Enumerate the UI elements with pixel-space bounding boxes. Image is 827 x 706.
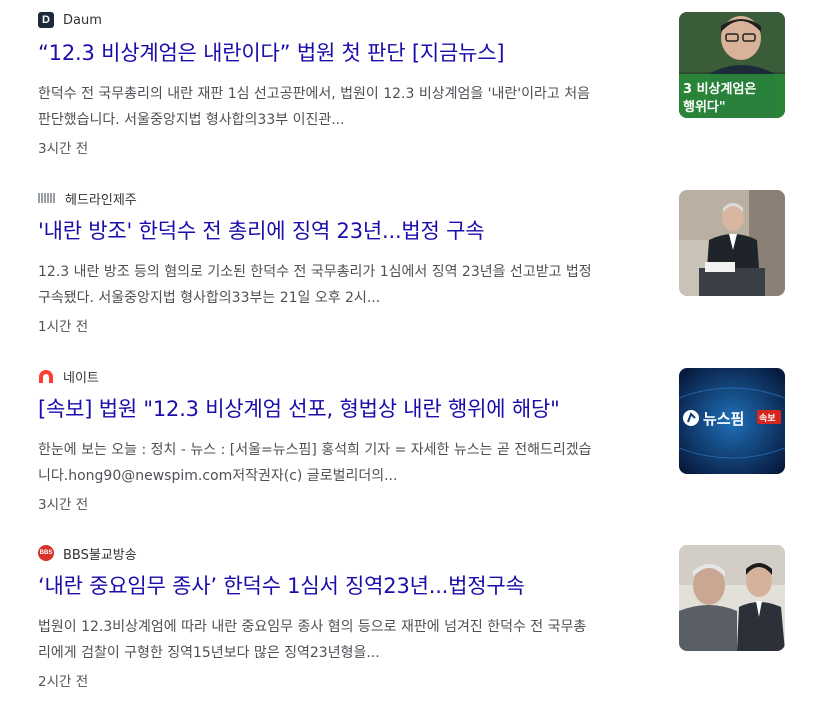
news-results-list: D Daum “12.3 비상계엄은 내란이다” 법원 첫 판단 [지금뉴스] … (0, 0, 827, 706)
news-headline-link[interactable]: '내란 방조' 한덕수 전 총리에 징역 23년...법정 구속 (38, 215, 668, 245)
bbs-logo-icon: BBS (38, 545, 54, 561)
news-thumbnail[interactable] (679, 190, 785, 296)
news-source[interactable]: BBS BBS불교방송 (38, 543, 137, 563)
news-thumbnail[interactable] (679, 545, 785, 651)
news-timestamp: 3시간 전 (38, 497, 89, 513)
snippet-line: 법원이 12.3비상계엄에 따라 내란 중요임무 종사 혐의 등으로 재판에 넘… (38, 619, 587, 635)
news-timestamp: 1시간 전 (38, 319, 89, 335)
news-snippet: 한눈에 보는 오늘 : 정치 - 뉴스 : [서울=뉴스핌] 홍석희 기자 = … (38, 437, 658, 489)
source-name: BBS불교방송 (63, 547, 137, 563)
snippet-line: 12.3 내란 방조 등의 혐의로 기소된 한덕수 전 국무총리가 1심에서 징… (38, 264, 592, 280)
news-headline-link[interactable]: [속보] 법원 "12.3 비상계엄 선포, 형법상 내란 행위에 해당" (38, 393, 668, 423)
news-item: D Daum “12.3 비상계엄은 내란이다” 법원 첫 판단 [지금뉴스] … (38, 8, 787, 168)
thumb-brand: 뉴스핌 (703, 410, 744, 428)
news-source[interactable]: 헤드라인제주 (38, 188, 137, 208)
news-item: 헤드라인제주 '내란 방조' 한덕수 전 총리에 징역 23년...법정 구속 … (38, 186, 787, 346)
news-timestamp: 3시간 전 (38, 141, 89, 157)
snippet-line: 판단했습니다. 서울중앙지법 형사합의33부 이진관... (38, 112, 345, 128)
thumb-caption: 행위다" (683, 99, 726, 115)
news-source[interactable]: 네이트 (38, 366, 99, 386)
snippet-line: 한눈에 보는 오늘 : 정치 - 뉴스 : [서울=뉴스핌] 홍석희 기자 = … (38, 442, 592, 458)
snippet-line: 구속됐다. 서울중앙지법 형사합의33부는 21일 오후 2시... (38, 290, 381, 306)
news-snippet: 한덕수 전 국무총리의 내란 재판 1심 선고공판에서, 법원이 12.3 비상… (38, 81, 658, 133)
news-snippet: 12.3 내란 방조 등의 혐의로 기소된 한덕수 전 국무총리가 1심에서 징… (38, 259, 658, 311)
nate-logo-icon (38, 368, 54, 384)
headline-jeju-logo-icon (38, 193, 56, 203)
news-source[interactable]: D Daum (38, 10, 102, 30)
news-snippet: 법원이 12.3비상계엄에 따라 내란 중요임무 종사 혐의 등으로 재판에 넘… (38, 614, 658, 666)
news-headline-link[interactable]: ‘내란 중요임무 종사’ 한덕수 1심서 징역23년...법정구속 (38, 570, 668, 600)
source-name: 헤드라인제주 (65, 192, 137, 208)
news-headline-link[interactable]: “12.3 비상계엄은 내란이다” 법원 첫 판단 [지금뉴스] (38, 37, 668, 67)
news-thumbnail[interactable]: 뉴스핌 속보 (679, 368, 785, 474)
news-item: 네이트 [속보] 법원 "12.3 비상계엄 선포, 형법상 내란 행위에 해당… (38, 364, 787, 524)
thumb-caption: 3 비상계엄은 (683, 82, 756, 97)
thumb-badge: 속보 (759, 412, 776, 424)
news-thumbnail[interactable]: 3 비상계엄은 행위다" (679, 12, 785, 118)
source-name: 네이트 (63, 370, 99, 386)
daum-logo-icon: D (38, 12, 54, 28)
news-timestamp: 2시간 전 (38, 674, 89, 690)
snippet-line: 한덕수 전 국무총리의 내란 재판 1심 선고공판에서, 법원이 12.3 비상… (38, 86, 590, 102)
snippet-line: 리에게 검찰이 구형한 징역15년보다 많은 징역23년형을... (38, 645, 380, 661)
source-name: Daum (63, 12, 102, 28)
news-item: BBS BBS불교방송 ‘내란 중요임무 종사’ 한덕수 1심서 징역23년..… (38, 541, 787, 701)
snippet-line: 니다.hong90@newspim.com저작권자(c) 글로벌리더의... (38, 468, 398, 484)
